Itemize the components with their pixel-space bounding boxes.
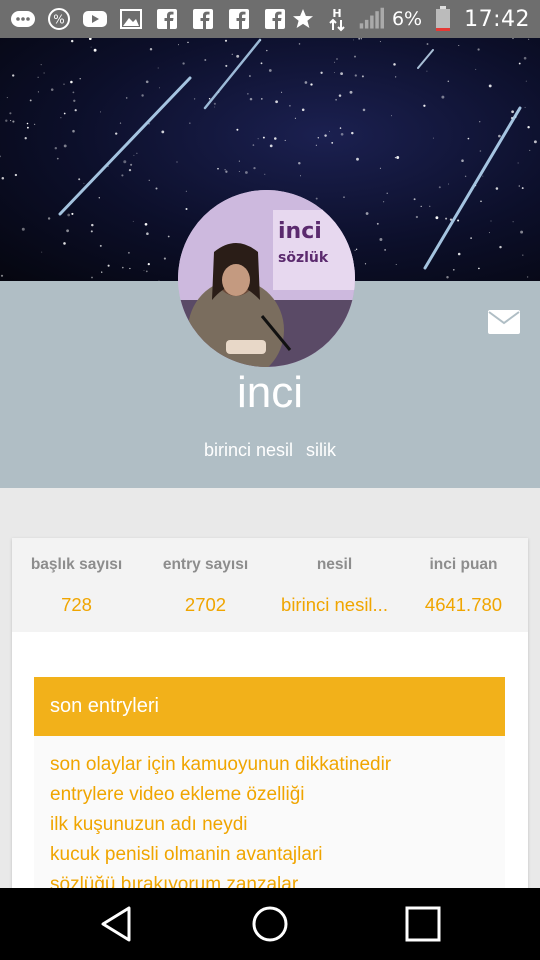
svg-text:H: H [332,7,341,20]
stats-row: başlık sayısı 728 entry sayısı 2702 nesi… [12,538,528,632]
navigation-bar [0,888,540,960]
recent-entries-header: son entryleri [34,677,505,736]
username: inci [236,368,304,417]
signal-icon [358,7,384,31]
svg-text:inci: inci [278,219,322,244]
stat-value: 2702 [184,594,227,615]
percent-icon: % [46,7,72,31]
avatar[interactable]: inci sözlük [178,190,355,367]
data-hplus-icon: H [324,7,350,32]
stat-value: 4641.780 [424,594,503,615]
stat-entry: entry sayısı 2702 [141,556,270,632]
stat-nesil: nesil birinci nesil... [270,556,399,632]
recent-entries-list: son olaylar için kamuoyunun dikkatinedir… [34,736,505,898]
stat-baslik: başlık sayısı 728 [12,556,141,632]
profile-card: başlık sayısı 728 entry sayısı 2702 nesi… [12,538,528,898]
facebook-icon [154,7,180,31]
stat-label: entry sayısı [162,556,249,573]
stat-label: başlık sayısı [30,556,123,573]
mail-icon[interactable] [488,310,520,334]
home-button[interactable] [234,888,306,960]
status-label: silik [306,440,337,460]
stat-label: inci puan [429,556,498,573]
svg-text:sözlük: sözlük [278,250,329,266]
youtube-icon [82,7,108,31]
entry-link[interactable]: entrylere video ekleme özelliği [50,780,505,810]
svg-text:%: % [53,13,64,27]
battery-percent: 6% [391,8,423,30]
entry-link[interactable]: son olaylar için kamuoyunun dikkatinedir [50,750,505,780]
clock: 17:42 [464,6,530,32]
entry-link[interactable]: ilk kuşunuzun adı neydi [50,810,505,840]
profile-subtitle: birinci nesil silik [0,440,540,461]
back-button[interactable] [81,888,153,960]
entry-link[interactable]: kucuk penisli olmanin avantajlari [50,840,505,870]
messages-icon [10,7,36,31]
stat-value: birinci nesil... [281,594,388,615]
status-bar: % H 6% 17:42 [0,0,540,38]
facebook-icon [190,7,216,31]
facebook-icon [262,7,288,31]
star-icon [290,7,316,31]
stat-label: nesil [316,556,353,573]
home-icon [252,906,288,942]
battery-icon [430,6,456,31]
recents-icon [405,906,441,942]
stat-puan: inci puan 4641.780 [399,556,528,632]
recent-entries: son entryleri son olaylar için kamuoyunu… [34,677,505,898]
facebook-icon [226,7,252,31]
image-icon [118,7,144,31]
back-icon [101,906,131,942]
generation-label: birinci nesil [203,440,294,460]
stat-value: 728 [61,594,92,615]
recents-button[interactable] [387,888,459,960]
